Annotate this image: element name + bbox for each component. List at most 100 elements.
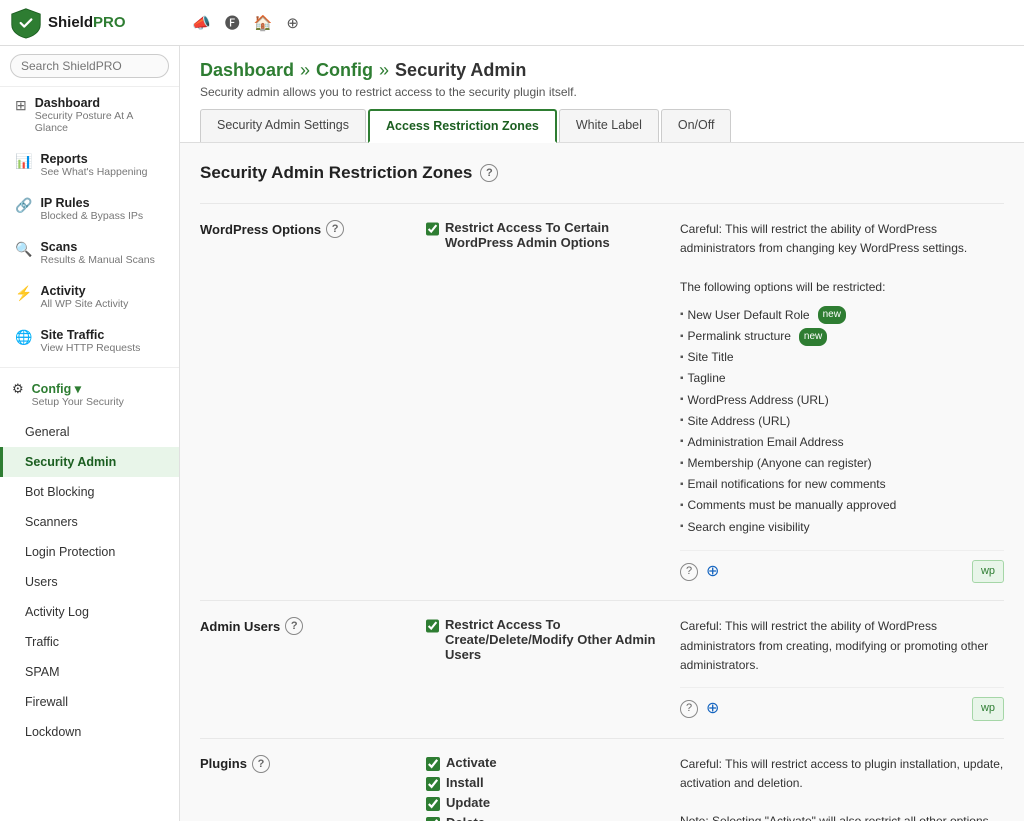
admin-wp-icon: ⊕ (706, 696, 719, 722)
sidebar-item-config[interactable]: ⚙ Config ▾ Setup Your Security (0, 372, 179, 417)
iprules-title: IP Rules (40, 196, 143, 210)
admin-wp-badge: wp (972, 697, 1004, 721)
admin-users-help-icon[interactable]: ? (285, 617, 303, 635)
breadcrumb-config[interactable]: Config (316, 60, 373, 81)
brand-pro: PRO (93, 14, 126, 31)
facebook-icon[interactable]: 🅕 (225, 12, 240, 33)
sidebar-item-lockdown[interactable]: Lockdown (0, 717, 179, 747)
sidebar-item-users[interactable]: Users (0, 567, 179, 597)
plugins-update-label[interactable]: Update (426, 795, 664, 811)
main-content: Dashboard » Config » Security Admin Secu… (180, 46, 1024, 821)
tab-access-restriction-zones[interactable]: Access Restriction Zones (368, 109, 557, 143)
dashboard-title: Dashboard (35, 96, 167, 110)
plugins-delete-label[interactable]: Delete (426, 815, 664, 821)
shield-logo-icon (10, 7, 42, 39)
main-header: Dashboard » Config » Security Admin Secu… (180, 46, 1024, 143)
list-item: New User Default Role new (680, 305, 1004, 326)
scans-nav-text: Scans Results & Manual Scans (40, 240, 154, 266)
tab-on-off[interactable]: On/Off (661, 109, 732, 142)
col-control-plugins: Activate Install Update Delete Restric (410, 755, 680, 821)
config-title: Config ▾ (32, 381, 124, 396)
reports-sub: See What's Happening (40, 166, 147, 178)
sidebar-item-bot-blocking[interactable]: Bot Blocking (0, 477, 179, 507)
sidebar-item-general[interactable]: General (0, 417, 179, 447)
wordpress-desc-subtitle: The following options will be restricted… (680, 278, 1004, 297)
wordpress-restrict-text: Restrict Access To Certain WordPress Adm… (445, 220, 664, 250)
sidebar-item-dashboard[interactable]: ⊞ Dashboard Security Posture At A Glance (0, 87, 179, 143)
plugins-delete-checkbox[interactable] (426, 817, 440, 821)
wp-badge: wp (972, 560, 1004, 584)
iprules-nav-text: IP Rules Blocked & Bypass IPs (40, 196, 143, 222)
admin-users-checkbox-label[interactable]: Restrict Access To Create/Delete/Modify … (426, 617, 664, 662)
nav-divider (0, 367, 179, 368)
notification-icon[interactable]: 📣 (192, 14, 211, 32)
activity-icon: ⚡ (15, 285, 32, 302)
wordpress-restrict-checkbox-label[interactable]: Restrict Access To Certain WordPress Adm… (426, 220, 664, 250)
sidebar-item-security-admin[interactable]: Security Admin (0, 447, 179, 477)
admin-users-checkbox[interactable] (426, 619, 439, 633)
list-item: Search engine visibility (680, 517, 1004, 538)
breadcrumb-current: Security Admin (395, 60, 526, 81)
sidebar-item-scans[interactable]: 🔍 Scans Results & Manual Scans (0, 231, 179, 275)
header-description: Security admin allows you to restrict ac… (200, 85, 1004, 99)
scans-sub: Results & Manual Scans (40, 254, 154, 266)
sidebar-item-iprules[interactable]: 🔗 IP Rules Blocked & Bypass IPs (0, 187, 179, 231)
sidebar-item-spam[interactable]: SPAM (0, 657, 179, 687)
search-input[interactable] (10, 54, 169, 78)
section-title: Security Admin Restriction Zones ? (200, 163, 1004, 183)
col-desc-admin-users: Careful: This will restrict the ability … (680, 617, 1004, 721)
brand-name: ShieldPRO (48, 14, 126, 31)
sidebar-item-activity[interactable]: ⚡ Activity All WP Site Activity (0, 275, 179, 319)
wordpress-restrict-checkbox[interactable] (426, 222, 439, 236)
sidebar-item-activity-log[interactable]: Activity Log (0, 597, 179, 627)
sidebar-item-login-protection[interactable]: Login Protection (0, 537, 179, 567)
col-label-plugins: Plugins ? (200, 755, 410, 821)
list-item: WordPress Address (URL) (680, 390, 1004, 411)
plugins-activate-checkbox[interactable] (426, 757, 440, 771)
top-bar: ShieldPRO 📣 🅕 🏠 ⊕ (0, 0, 1024, 46)
home-icon[interactable]: 🏠 (254, 14, 273, 32)
settings-row-wordpress-options: WordPress Options ? Restrict Access To C… (200, 203, 1004, 600)
breadcrumb: Dashboard » Config » Security Admin (200, 60, 1004, 81)
breadcrumb-sep2: » (379, 60, 389, 81)
breadcrumb-sep1: » (300, 60, 310, 81)
admin-footer-help-icon[interactable]: ? (680, 700, 698, 718)
dashboard-sub: Security Posture At A Glance (35, 110, 167, 134)
sidebar-item-firewall[interactable]: Firewall (0, 687, 179, 717)
sidebar-item-scanners[interactable]: Scanners (0, 507, 179, 537)
plugins-install-label[interactable]: Install (426, 775, 664, 791)
list-item: Comments must be manually approved (680, 495, 1004, 516)
wordpress-desc-title: Careful: This will restrict the ability … (680, 220, 1004, 258)
list-item: Site Title (680, 347, 1004, 368)
plugins-label: Plugins (200, 756, 247, 771)
plugins-help-icon[interactable]: ? (252, 755, 270, 773)
col-control-admin-users: Restrict Access To Create/Delete/Modify … (410, 617, 680, 721)
admin-users-label: Admin Users (200, 619, 280, 634)
tab-white-label[interactable]: White Label (559, 109, 659, 142)
sidebar-item-traffic[interactable]: Traffic (0, 627, 179, 657)
config-nav-text: Config ▾ Setup Your Security (32, 381, 124, 408)
list-item: Email notifications for new comments (680, 474, 1004, 495)
list-item: Tagline (680, 368, 1004, 389)
breadcrumb-dashboard[interactable]: Dashboard (200, 60, 294, 81)
footer-help-icon[interactable]: ? (680, 563, 698, 581)
logo: ShieldPRO (10, 7, 180, 39)
wordpress-options-help-icon[interactable]: ? (326, 220, 344, 238)
plugins-activate-label[interactable]: Activate (426, 755, 664, 771)
section-help-icon[interactable]: ? (480, 164, 498, 182)
plugins-desc-title: Careful: This will restrict access to pl… (680, 755, 1004, 793)
sidebar-item-reports[interactable]: 📊 Reports See What's Happening (0, 143, 179, 187)
tab-security-admin-settings[interactable]: Security Admin Settings (200, 109, 366, 142)
sidebar-item-sitetraffic[interactable]: 🌐 Site Traffic View HTTP Requests (0, 319, 179, 363)
list-item: Permalink structure new (680, 326, 1004, 347)
scans-icon: 🔍 (15, 241, 32, 258)
settings-row-plugins: Plugins ? Activate Install Up (200, 738, 1004, 821)
plugins-update-checkbox[interactable] (426, 797, 440, 811)
iprules-icon: 🔗 (15, 197, 32, 214)
activity-nav-text: Activity All WP Site Activity (40, 284, 128, 310)
plugins-update-text: Update (446, 795, 490, 810)
plus-icon[interactable]: ⊕ (286, 14, 299, 32)
plugins-install-checkbox[interactable] (426, 777, 440, 791)
plugins-delete-text: Delete (446, 815, 485, 821)
config-icon: ⚙ (12, 381, 24, 397)
